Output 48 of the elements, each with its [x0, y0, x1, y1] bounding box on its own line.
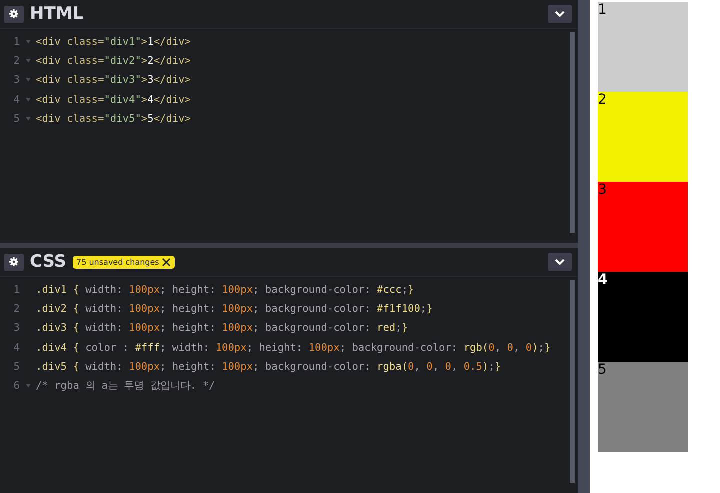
line-number: 2	[12, 54, 20, 67]
editor-title: HTML	[30, 4, 84, 24]
fold-arrow-icon[interactable]	[26, 116, 30, 121]
line-number: 5	[12, 360, 20, 373]
code-line: .div1 { width: 100px; height: 100px; background-color: #ccc;}	[36, 284, 414, 296]
code-line: .div2 { width: 100px; height: 100px; background-color: #f1f100;}	[36, 302, 433, 315]
line-number: 3	[12, 322, 20, 334]
chevron-down-icon	[555, 258, 565, 266]
code-line: .div5 { width: 100px; height: 100px; background-color: rgba(0, 0, 0, 0.5);}	[36, 360, 502, 373]
settings-icon	[9, 257, 19, 267]
box-label: 2	[598, 92, 607, 108]
settings-button[interactable]	[4, 6, 24, 22]
dropdown-button[interactable]	[548, 253, 572, 271]
editor-title: CSS	[30, 252, 67, 272]
unsaved-changes-badge[interactable]: 75 unsaved changes	[72, 256, 176, 268]
code-line: /* rgba 의 a는 투명 값입니다. */	[36, 379, 216, 394]
resize-handle[interactable]	[578, 0, 590, 493]
line-number: 1	[12, 36, 20, 48]
box-label: 1	[598, 2, 607, 18]
box-label: 3	[598, 182, 607, 198]
code-line: <div class="div2">2</div>	[36, 54, 192, 67]
code-line: <div class="div4">4</div>	[36, 94, 192, 106]
scrollbar[interactable]	[570, 32, 575, 233]
fold-arrow-icon[interactable]	[26, 78, 30, 82]
line-number: 5	[12, 112, 20, 125]
line-number: 1	[12, 284, 20, 296]
code-line: <div class="div5">5</div>	[36, 112, 192, 125]
line-number: 6	[12, 380, 20, 392]
fold-arrow-icon[interactable]	[26, 98, 30, 102]
line-number: 4	[12, 342, 20, 354]
dropdown-button[interactable]	[548, 5, 572, 23]
line-number: 3	[12, 74, 20, 86]
code-line: <div class="div1">1</div>	[36, 36, 192, 48]
fold-arrow-icon[interactable]	[26, 40, 30, 44]
settings-button[interactable]	[4, 254, 24, 270]
fold-arrow-icon[interactable]	[26, 58, 30, 63]
box-label: 4	[598, 272, 608, 288]
line-number: 2	[12, 302, 20, 315]
settings-icon	[9, 9, 19, 19]
code-line: .div3 { width: 100px; height: 100px; background-color: red;}	[36, 322, 408, 334]
box-label: 5	[598, 362, 607, 378]
fold-arrow-icon[interactable]	[26, 384, 30, 388]
line-number: 4	[12, 94, 20, 106]
code-line: .div4 { color : #fff; width: 100px; height: 100px; background-color: rgb(0, 0, 0);}	[36, 342, 551, 354]
close-icon[interactable]	[162, 258, 172, 266]
chevron-down-icon	[555, 10, 565, 18]
scrollbar[interactable]	[570, 280, 575, 483]
code-line: <div class="div3">3</div>	[36, 74, 192, 86]
